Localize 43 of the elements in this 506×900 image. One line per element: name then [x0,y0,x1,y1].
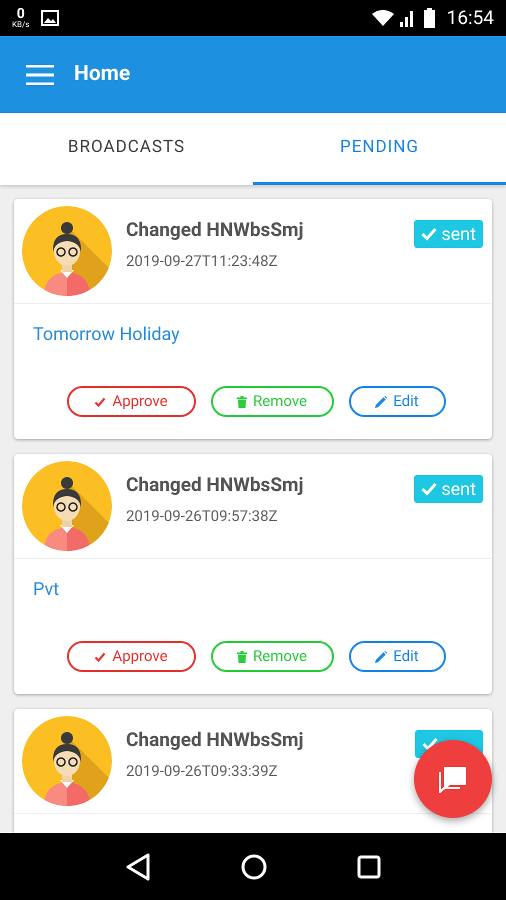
pencil-icon [375,650,388,662]
author-name: Changed HNWbsSmj [126,472,304,498]
tab[interactable]: PENDING [253,113,506,185]
timestamp: 2019-09-27T11:23:48Z [126,251,279,272]
check-icon [94,650,106,662]
speed-unit: KB/s [12,21,30,29]
trash-icon [237,650,248,662]
timestamp: 2019-09-26T09:57:38Z [126,506,279,527]
trash-icon [237,396,248,408]
remove-button[interactable]: Remove [210,641,334,672]
signal-icon [398,9,414,27]
battery-icon [424,8,435,28]
chat-icon [438,765,468,793]
status-text: sent [441,478,476,502]
wifi-icon [372,10,394,26]
remove-button[interactable]: Remove [210,386,334,417]
back-icon[interactable] [125,852,151,880]
approve-button[interactable]: Approve [66,386,196,417]
avatar-icon [22,206,112,296]
pencil-icon [375,396,388,408]
recents-icon[interactable] [357,854,381,878]
edit-button[interactable]: Edit [348,386,446,417]
author-name: Changed HNWbsSmj [126,217,304,243]
app-title: Home [74,60,130,88]
image-icon [41,10,60,26]
author-name: Changed HNWbsSmj [126,727,304,753]
home-icon[interactable] [241,854,267,880]
speed-value: 0 [16,7,25,21]
message-text: Pvt [33,579,60,600]
tab[interactable]: BROADCASTS [0,113,253,185]
menu-icon[interactable] [26,64,54,84]
avatar-icon [22,716,112,806]
approve-button[interactable]: Approve [66,641,196,672]
check-icon [421,227,438,241]
timestamp: 2019-09-26T09:33:39Z [126,761,279,782]
check-icon [94,396,106,408]
edit-button[interactable]: Edit [348,641,446,672]
status-text: sent [441,222,476,246]
message-text: Tomorrow Holiday [33,324,180,345]
check-icon [422,737,438,751]
clock: 16:54 [446,4,494,31]
avatar-icon [22,461,112,551]
check-icon [421,482,438,496]
